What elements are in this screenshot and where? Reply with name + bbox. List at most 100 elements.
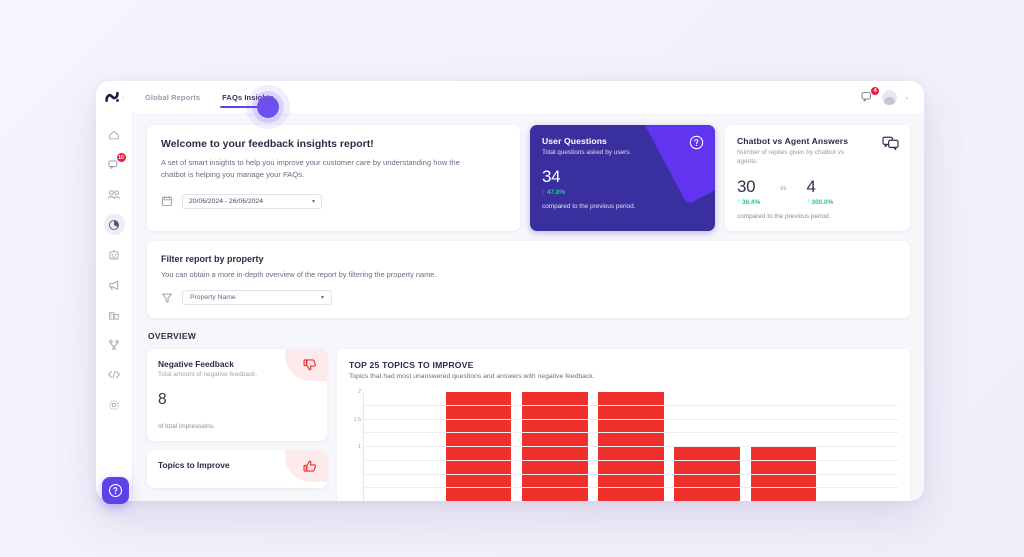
tab-global-reports[interactable]: Global Reports xyxy=(145,81,200,113)
user-questions-delta: ↑ 47.8% xyxy=(542,189,565,196)
topics-to-improve-title: Topics to Improve xyxy=(158,459,230,470)
chart-y-tick-label: 1 xyxy=(358,444,361,451)
robot-icon xyxy=(109,249,119,259)
chat-bubbles-icon[interactable] xyxy=(882,135,899,155)
chart-y-tick-label: 1.5 xyxy=(353,416,361,423)
home-icon xyxy=(109,130,119,139)
date-range-select[interactable]: 20/06/2024 - 26/06/2024 ▾ xyxy=(182,193,322,209)
negative-feedback-footer: of total impressions. xyxy=(158,422,215,430)
user-questions-metric: 34 ↑ 47.8% xyxy=(542,168,565,196)
overview-row: Negative Feedback Total amount of negati… xyxy=(147,349,910,501)
chart-gridline xyxy=(364,487,898,489)
users-icon xyxy=(107,190,120,199)
notifications-button[interactable]: 4 xyxy=(861,85,881,104)
chevron-down-icon: ▾ xyxy=(311,198,315,205)
question-mark-circle-icon xyxy=(108,483,123,498)
agent-value: 4 xyxy=(806,176,816,196)
sidebar-item-settings[interactable] xyxy=(104,394,125,415)
negative-feedback-value: 8 xyxy=(158,391,167,409)
chevron-down-icon[interactable]: ⌄ xyxy=(904,93,910,101)
chatbot-vs-agent-footer: compared to the previous period. xyxy=(737,212,831,220)
welcome-title: Welcome to your feedback insights report… xyxy=(161,138,374,150)
buildings-icon xyxy=(109,311,119,320)
property-name-select[interactable]: Property Name ▾ xyxy=(182,290,332,306)
user-questions-content: User Questions Total questions asked by … xyxy=(542,136,703,212)
user-questions-value: 34 xyxy=(542,167,561,187)
sidebar-item-campaigns[interactable] xyxy=(104,274,125,295)
top-topics-chart-card: TOP 25 TOPICS TO IMPROVE Topics that had… xyxy=(337,349,910,501)
arrow-up-icon: ↑ xyxy=(737,199,740,206)
agent-delta-value: 300.0% xyxy=(811,198,834,206)
user-questions-delta-value: 47.8% xyxy=(547,189,566,197)
nu-logo-icon xyxy=(105,91,119,102)
help-button[interactable] xyxy=(102,477,129,504)
thumbs-up-icon xyxy=(303,459,317,478)
pie-chart-icon xyxy=(109,219,119,230)
chart-plot xyxy=(363,392,898,501)
chatbot-vs-agent-metrics: 30 ↑ 36.4% vs 4 ↑ 300.0% xyxy=(737,178,898,206)
summary-row: Welcome to your feedback insights report… xyxy=(147,125,910,232)
avatar-silhouette xyxy=(884,96,896,105)
chatbot-vs-agent-content: Chatbot vs Agent Answers Number of repli… xyxy=(737,136,898,221)
content-area: Welcome to your feedback insights report… xyxy=(133,113,924,501)
window-body: 10 Welcome to your feedback insights rep… xyxy=(96,113,924,501)
app-logo[interactable]: › xyxy=(96,81,133,113)
chart-plot-area: 1 1.5 2 xyxy=(349,389,898,501)
avatar[interactable] xyxy=(882,89,898,105)
notification-badge: 4 xyxy=(870,85,881,96)
date-range-value: 20/06/2024 - 26/06/2024 xyxy=(189,197,264,205)
sidebar-item-bot[interactable] xyxy=(104,244,125,265)
logo-caret: › xyxy=(121,93,125,101)
gear-icon xyxy=(109,399,119,410)
filter-title: Filter report by property xyxy=(161,254,264,265)
welcome-card: Welcome to your feedback insights report… xyxy=(147,125,520,232)
sidebar-item-conversations[interactable]: 10 xyxy=(104,153,126,175)
property-name-value: Property Name xyxy=(190,294,236,302)
chatbot-vs-agent-subtitle: Number of replies given by chatbot vs ag… xyxy=(737,149,844,166)
user-questions-footer: compared to the previous period. xyxy=(542,203,636,211)
overview-heading: OVERVIEW xyxy=(148,331,197,342)
date-range-row: 20/06/2024 - 26/06/2024 ▾ xyxy=(161,193,506,209)
chatbot-vs-agent-card: Chatbot vs Agent Answers Number of repli… xyxy=(725,125,910,232)
welcome-description: A set of smart insights to help you impr… xyxy=(161,158,460,179)
chart-gridline xyxy=(364,459,898,461)
chart-y-tick-label: 2 xyxy=(358,389,361,396)
chatbot-delta-value: 36.4% xyxy=(742,198,761,206)
arrow-up-icon: ↑ xyxy=(542,189,545,196)
top-bar: › Global Reports FAQs Insights 4 ⌄ xyxy=(96,81,924,113)
sidebar-item-company[interactable] xyxy=(104,304,125,325)
sidebar-item-home[interactable] xyxy=(104,124,125,145)
megaphone-icon xyxy=(108,280,118,290)
agent-delta: ↑ 300.0% xyxy=(807,199,834,206)
tab-faqs-insights[interactable]: FAQs Insights xyxy=(220,81,276,113)
question-mark-circle-icon[interactable] xyxy=(689,135,704,155)
flow-branch-icon xyxy=(109,339,119,350)
chatbot-vs-agent-title: Chatbot vs Agent Answers xyxy=(737,136,849,146)
negative-feedback-title: Negative Feedback xyxy=(158,359,234,370)
chart-gridline xyxy=(364,404,898,406)
sidebar-item-reports[interactable] xyxy=(103,214,125,235)
chart-gridline xyxy=(364,446,898,448)
user-questions-card: User Questions Total questions asked by … xyxy=(530,125,715,232)
calendar-icon xyxy=(161,195,173,207)
app-window: › Global Reports FAQs Insights 4 ⌄ 10 We… xyxy=(96,81,924,501)
filter-description: You can obtain a more in-depth overview … xyxy=(161,270,437,280)
agent-metric: 4 ↑ 300.0% xyxy=(807,178,834,206)
filter-card: Filter report by property You can obtain… xyxy=(147,241,910,319)
chart-gridline xyxy=(364,473,898,475)
chatbot-delta: ↑ 36.4% xyxy=(737,199,760,206)
chart-y-axis: 1 1.5 2 xyxy=(349,389,363,501)
arrow-up-icon: ↑ xyxy=(806,199,810,206)
user-questions-title: User Questions xyxy=(542,136,607,146)
chart-gridline xyxy=(364,432,898,434)
chatbot-metric: 30 ↑ 36.4% xyxy=(737,178,760,206)
sidebar-item-contacts[interactable] xyxy=(104,184,125,205)
top-bar-actions: 4 ⌄ xyxy=(861,85,924,105)
sidebar-item-developers[interactable] xyxy=(104,364,125,385)
chart-subtitle: Topics that had most unanswered question… xyxy=(349,373,595,381)
filter-row: Property Name ▾ xyxy=(161,290,896,306)
user-questions-metrics: 34 ↑ 47.8% xyxy=(542,168,703,196)
filter-funnel-icon xyxy=(161,292,173,304)
chart-title: TOP 25 TOPICS TO IMPROVE xyxy=(349,360,474,371)
sidebar-item-flows[interactable] xyxy=(104,334,125,355)
